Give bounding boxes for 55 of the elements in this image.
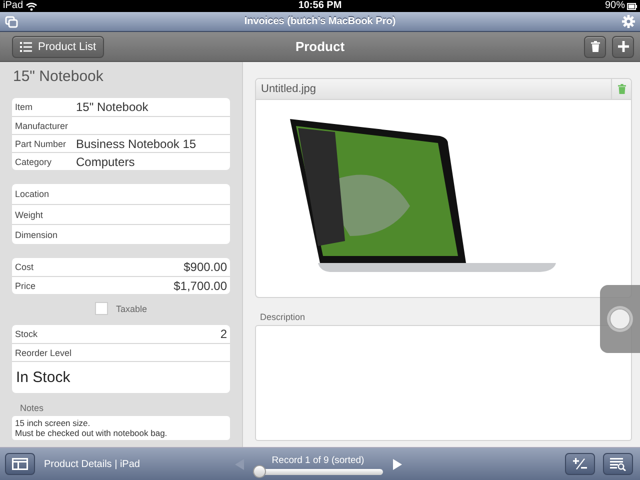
taxable-checkbox[interactable] [94, 302, 108, 315]
trash-icon [590, 41, 600, 52]
field-value[interactable]: $900.00 [184, 260, 227, 274]
circle-icon [606, 305, 634, 333]
layout-name: Product Details | iPad [44, 458, 140, 470]
record-title: 15" Notebook [13, 68, 104, 85]
delete-button[interactable] [584, 36, 606, 58]
plus-minus-icon [573, 458, 587, 470]
description-field[interactable] [255, 325, 632, 441]
field-value[interactable]: 15" Notebook [76, 100, 148, 114]
field-label: Part Number [15, 138, 68, 148]
description-label: Description [260, 312, 306, 322]
right-triangle-icon [392, 459, 402, 470]
record-counter: Record 1 of 9 (sorted) [272, 455, 364, 466]
layout-button[interactable] [5, 453, 35, 475]
checkbox-label: Taxable [116, 304, 148, 314]
field-value[interactable]: $1,700.00 [174, 278, 227, 292]
notes-label: Notes [20, 403, 45, 413]
plus-icon [618, 41, 628, 52]
left-triangle-icon [234, 459, 244, 470]
battery-percentage: 90% [604, 0, 625, 12]
find-button[interactable] [603, 453, 633, 475]
settings-icon[interactable] [622, 15, 635, 28]
image-filename: Untitled.jpg [260, 83, 318, 95]
wifi-icon [26, 2, 38, 10]
add-button[interactable] [612, 36, 634, 58]
trash-icon [618, 84, 626, 94]
windows-icon[interactable] [5, 16, 18, 28]
new-record-button[interactable] [565, 453, 595, 475]
list-search-icon [610, 458, 626, 470]
field-value[interactable]: Computers [76, 154, 135, 168]
field-label: Category [15, 156, 53, 166]
clock-time: 10:56 PM [298, 0, 342, 11]
field-value[interactable]: 2 [220, 327, 227, 341]
stock-status: In Stock [16, 369, 70, 386]
field-label: Item [15, 102, 34, 112]
page-title: Product [295, 39, 345, 54]
field-label: Dimension [15, 230, 59, 240]
product-list-button[interactable]: Product List [12, 36, 104, 58]
battery-icon [627, 2, 637, 10]
field-label: Location [15, 189, 50, 199]
field-label: Manufacturer [15, 120, 70, 130]
notes-field[interactable]: 15 inch screen size. Must be checked out with notebook bag. [12, 416, 230, 440]
field-label: Reorder Level [15, 348, 73, 358]
field-label: Price [15, 280, 37, 290]
window-title: Invoices (butch’s MacBook Pro) [244, 16, 396, 27]
slider-thumb[interactable] [253, 465, 266, 478]
layout-icon [12, 458, 28, 470]
field-label: Cost [15, 262, 35, 272]
list-icon [20, 42, 32, 52]
assistive-touch-button[interactable] [600, 285, 640, 353]
field-value[interactable]: Business Notebook 15 [76, 136, 196, 150]
carrier-label: iPad [3, 0, 24, 12]
field-label: Stock [15, 329, 39, 339]
field-label: Weight [15, 210, 44, 220]
